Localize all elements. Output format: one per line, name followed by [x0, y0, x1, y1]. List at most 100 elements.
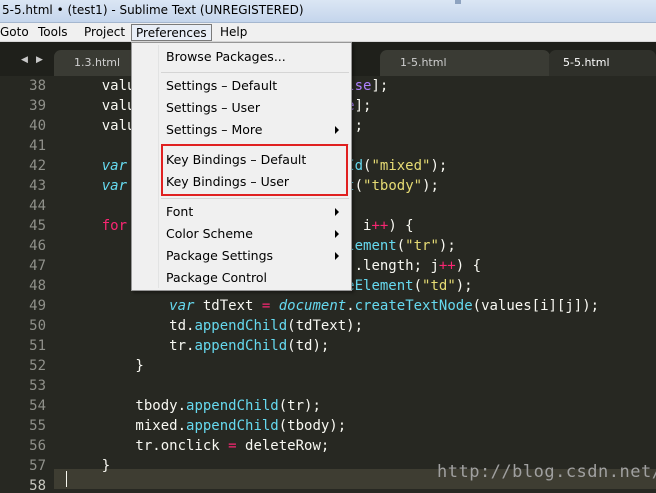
code-token: appendChild [194, 338, 288, 354]
menu-separator [161, 72, 349, 73]
menu-item-browse-packages[interactable]: Browse Packages... [166, 46, 286, 68]
line-number: 48 [29, 278, 46, 294]
text-cursor [66, 471, 67, 487]
code-token: ]; [371, 78, 389, 94]
code-token: } [68, 358, 144, 374]
menu-tools[interactable]: Tools [34, 24, 72, 41]
watermark: http://blog.csdn.net/ [437, 462, 656, 482]
line-number: 38 [29, 78, 46, 94]
line-number: 49 [29, 298, 46, 314]
tab-label: 1.3.html [74, 56, 121, 69]
line-number: 52 [29, 358, 46, 374]
menu-project[interactable]: Project [80, 24, 129, 41]
code-token: var [68, 178, 128, 194]
code-token: tr.onclick [68, 438, 229, 454]
submenu-arrow-icon [335, 252, 339, 260]
tab-label: 1-5.html [400, 56, 447, 69]
code-token: (td); [287, 338, 330, 354]
title-bar: 5-5.html • (test1) - Sublime Text (UNREG… [0, 0, 656, 23]
line-number: 50 [29, 318, 46, 334]
line-number: 43 [29, 178, 46, 194]
code-token: "mixed" [371, 158, 431, 174]
line-number: 40 [29, 118, 46, 134]
code-token: appendChild [186, 398, 279, 414]
code-token: valu [68, 118, 136, 134]
tab-1-5-html[interactable]: 1-5.html [380, 50, 550, 76]
menu-item-package-settings[interactable]: Package Settings [166, 245, 273, 267]
code-token: document [278, 298, 347, 314]
menu-item-color-scheme[interactable]: Color Scheme [166, 223, 253, 245]
line-number: 45 [29, 218, 46, 234]
menu-help[interactable]: Help [216, 24, 251, 41]
code-token: ( [396, 238, 406, 254]
tab-scroll-left-icon[interactable]: ◀ [21, 55, 28, 65]
menu-bar: Goto Tools Project Preferences Help [0, 23, 656, 42]
line-number: 44 [29, 198, 46, 214]
menu-goto[interactable]: Goto [0, 24, 33, 41]
code-token: valu [68, 78, 136, 94]
menu-item-package-control[interactable]: Package Control [166, 267, 267, 289]
window-title: 5-5.html • (test1) - Sublime Text (UNREG… [2, 3, 304, 17]
code-line: tr.onclick = deleteRow; [68, 436, 329, 456]
code-line: mixed.appendChild(tbody); [68, 416, 346, 436]
code-token: ); [438, 238, 456, 254]
code-token: mixed. [68, 418, 187, 434]
code-token: ); [430, 158, 448, 174]
line-number: 56 [29, 438, 46, 454]
code-token: tr. [68, 338, 195, 354]
line-number: 47 [29, 258, 46, 274]
code-token: td. [68, 318, 195, 334]
code-token: "td" [422, 278, 456, 294]
code-line: tr.appendChild(td); [68, 336, 329, 356]
menu-item-settings-more[interactable]: Settings – More [166, 119, 262, 141]
code-token: deleteRow; [236, 438, 330, 454]
menu-preferences[interactable]: Preferences [131, 24, 212, 41]
submenu-arrow-icon [335, 126, 339, 134]
line-number: 58 [29, 478, 46, 493]
menu-separator [161, 198, 349, 199]
line-number: 46 [29, 238, 46, 254]
tab-5-5-html[interactable]: 5-5.html [549, 50, 656, 76]
code-token: valu [68, 98, 136, 114]
preferences-menu: Browse Packages... Settings – Default Se… [131, 42, 352, 291]
code-token: ); [422, 178, 439, 194]
code-token: ) { [455, 258, 482, 274]
tab-scroll-right-icon[interactable]: ▶ [36, 55, 43, 65]
title-bar-grip [455, 0, 461, 4]
code-line: tbody.appendChild(tr); [68, 396, 321, 416]
code-line: td.appendChild(tdText); [68, 316, 363, 336]
code-token: appendChild [194, 318, 288, 334]
code-token: } [68, 458, 111, 474]
code-line: var tdText = document.createTextNode(val… [68, 296, 599, 316]
code-token: var [68, 158, 128, 174]
annotation-highlight-box [161, 144, 348, 196]
code-token: (tdText); [287, 318, 364, 334]
code-token: . [346, 298, 355, 314]
code-token: = [228, 438, 237, 454]
code-token: ); [455, 278, 473, 294]
code-line: } [68, 456, 110, 476]
code-token: (tbody); [278, 418, 347, 434]
code-token: ++ [438, 258, 456, 274]
code-token: ) { [388, 218, 414, 234]
line-number: 53 [29, 378, 46, 394]
line-number: 51 [29, 338, 46, 354]
code-token: "tr" [405, 238, 439, 254]
tab-label: 5-5.html [563, 56, 610, 69]
menu-item-settings-default[interactable]: Settings – Default [166, 75, 277, 97]
line-number: 41 [29, 138, 46, 154]
code-token: (tr); [278, 398, 321, 414]
code-token: ( [413, 278, 423, 294]
code-token: tdText [194, 298, 262, 314]
code-token: ( [354, 178, 364, 194]
submenu-arrow-icon [335, 230, 339, 238]
menu-item-settings-user[interactable]: Settings – User [166, 97, 260, 119]
code-token: for [68, 218, 128, 234]
submenu-arrow-icon [335, 208, 339, 216]
code-token: ]; [354, 98, 372, 114]
menu-item-font[interactable]: Font [166, 201, 193, 223]
line-number: 54 [29, 398, 46, 414]
line-number-gutter: 38 39 40 41 42 43 44 45 46 47 48 49 50 51 52 53 54 55 56 57… [0, 76, 54, 493]
code-token: createTextNode [354, 298, 473, 314]
